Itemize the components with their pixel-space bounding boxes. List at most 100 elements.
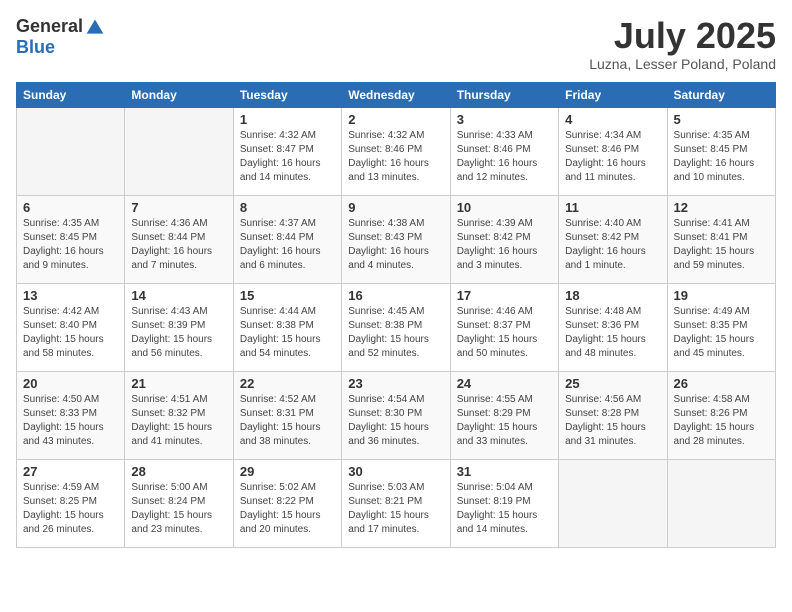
day-info: Sunrise: 4:45 AMSunset: 8:38 PMDaylight:… — [348, 305, 443, 361]
day-number: 29 — [240, 464, 335, 479]
day-info: Sunrise: 4:41 AMSunset: 8:41 PMDaylight:… — [674, 217, 769, 273]
calendar-cell — [125, 107, 233, 195]
calendar-cell: 17 Sunrise: 4:46 AMSunset: 8:37 PMDayligh… — [450, 283, 558, 371]
weekday-header: Saturday — [667, 82, 775, 107]
calendar-cell: 21Sunrise: 4:51 AMSunset: 8:32 PMDayligh… — [125, 371, 233, 459]
calendar-cell: 7 Sunrise: 4:36 AMSunset: 8:44 PMDaylight… — [125, 195, 233, 283]
calendar-cell — [559, 459, 667, 547]
logo: General Blue — [16, 16, 105, 58]
day-number: 18 — [565, 288, 660, 303]
logo-icon — [85, 17, 105, 37]
logo-general: General — [16, 16, 83, 37]
day-info: Sunrise: 4:39 AMSunset: 8:42 PMDaylight:… — [457, 217, 552, 273]
calendar-cell: 28 Sunrise: 5:00 AMSunset: 8:24 PMDayligh… — [125, 459, 233, 547]
header: General Blue July 2025 Luzna, Lesser Pol… — [16, 16, 776, 72]
day-number: 17 — [457, 288, 552, 303]
day-info: Sunrise: 4:46 AMSunset: 8:37 PMDaylight:… — [457, 305, 552, 361]
day-number: 12 — [674, 200, 769, 215]
day-info: Sunrise: 4:35 AMSunset: 8:45 PMDaylight:… — [674, 129, 769, 185]
calendar-cell: 13 Sunrise: 4:42 AMSunset: 8:40 PMDayligh… — [17, 283, 125, 371]
day-number: 30 — [348, 464, 443, 479]
day-number: 14 — [131, 288, 226, 303]
day-info: Sunrise: 4:34 AMSunset: 8:46 PMDaylight:… — [565, 129, 660, 185]
calendar-table: SundayMondayTuesdayWednesdayThursdayFrid… — [16, 82, 776, 548]
calendar-cell: 31Sunrise: 5:04 AMSunset: 8:19 PMDayligh… — [450, 459, 558, 547]
weekday-header: Sunday — [17, 82, 125, 107]
calendar-cell: 29 Sunrise: 5:02 AMSunset: 8:22 PMDayligh… — [233, 459, 341, 547]
calendar-cell: 1 Sunrise: 4:32 AMSunset: 8:47 PMDaylight… — [233, 107, 341, 195]
day-info: Sunrise: 4:37 AMSunset: 8:44 PMDaylight:… — [240, 217, 335, 273]
day-info: Sunrise: 4:36 AMSunset: 8:44 PMDaylight:… — [131, 217, 226, 273]
day-number: 15 — [240, 288, 335, 303]
calendar-cell: 19 Sunrise: 4:49 AMSunset: 8:35 PMDayligh… — [667, 283, 775, 371]
day-info: Sunrise: 4:33 AMSunset: 8:46 PMDaylight:… — [457, 129, 552, 185]
day-info: Sunrise: 4:32 AMSunset: 8:47 PMDaylight:… — [240, 129, 335, 185]
calendar-cell: 11 Sunrise: 4:40 AMSunset: 8:42 PMDayligh… — [559, 195, 667, 283]
calendar-cell: 4Sunrise: 4:34 AMSunset: 8:46 PMDaylight… — [559, 107, 667, 195]
month-title: July 2025 — [589, 16, 776, 56]
day-info: Sunrise: 4:32 AMSunset: 8:46 PMDaylight:… — [348, 129, 443, 185]
day-number: 25 — [565, 376, 660, 391]
day-info: Sunrise: 4:40 AMSunset: 8:42 PMDaylight:… — [565, 217, 660, 273]
weekday-header: Wednesday — [342, 82, 450, 107]
calendar-cell: 6Sunrise: 4:35 AMSunset: 8:45 PMDaylight… — [17, 195, 125, 283]
calendar-cell: 20 Sunrise: 4:50 AMSunset: 8:33 PMDayligh… — [17, 371, 125, 459]
day-number: 21 — [131, 376, 226, 391]
day-number: 26 — [674, 376, 769, 391]
calendar-cell: 18Sunrise: 4:48 AMSunset: 8:36 PMDayligh… — [559, 283, 667, 371]
day-number: 11 — [565, 200, 660, 215]
day-number: 19 — [674, 288, 769, 303]
day-info: Sunrise: 4:49 AMSunset: 8:35 PMDaylight:… — [674, 305, 769, 361]
calendar-cell: 22Sunrise: 4:52 AMSunset: 8:31 PMDayligh… — [233, 371, 341, 459]
calendar-cell: 8Sunrise: 4:37 AMSunset: 8:44 PMDaylight… — [233, 195, 341, 283]
calendar-cell: 9 Sunrise: 4:38 AMSunset: 8:43 PMDaylight… — [342, 195, 450, 283]
weekday-header: Tuesday — [233, 82, 341, 107]
weekday-header: Thursday — [450, 82, 558, 107]
calendar-cell: 15Sunrise: 4:44 AMSunset: 8:38 PMDayligh… — [233, 283, 341, 371]
day-info: Sunrise: 4:42 AMSunset: 8:40 PMDaylight:… — [23, 305, 118, 361]
day-info: Sunrise: 4:58 AMSunset: 8:26 PMDaylight:… — [674, 393, 769, 449]
day-number: 24 — [457, 376, 552, 391]
calendar-cell: 23 Sunrise: 4:54 AMSunset: 8:30 PMDayligh… — [342, 371, 450, 459]
day-info: Sunrise: 5:04 AMSunset: 8:19 PMDaylight:… — [457, 481, 552, 537]
day-number: 13 — [23, 288, 118, 303]
calendar-header-row: SundayMondayTuesdayWednesdayThursdayFrid… — [17, 82, 776, 107]
day-number: 22 — [240, 376, 335, 391]
day-info: Sunrise: 4:56 AMSunset: 8:28 PMDaylight:… — [565, 393, 660, 449]
day-number: 6 — [23, 200, 118, 215]
day-number: 9 — [348, 200, 443, 215]
day-info: Sunrise: 4:55 AMSunset: 8:29 PMDaylight:… — [457, 393, 552, 449]
day-info: Sunrise: 5:02 AMSunset: 8:22 PMDaylight:… — [240, 481, 335, 537]
calendar-week-row: 6Sunrise: 4:35 AMSunset: 8:45 PMDaylight… — [17, 195, 776, 283]
calendar-cell: 12 Sunrise: 4:41 AMSunset: 8:41 PMDayligh… — [667, 195, 775, 283]
calendar-week-row: 1 Sunrise: 4:32 AMSunset: 8:47 PMDaylight… — [17, 107, 776, 195]
day-number: 7 — [131, 200, 226, 215]
calendar-cell: 27Sunrise: 4:59 AMSunset: 8:25 PMDayligh… — [17, 459, 125, 547]
day-number: 3 — [457, 112, 552, 127]
calendar-week-row: 20 Sunrise: 4:50 AMSunset: 8:33 PMDayligh… — [17, 371, 776, 459]
calendar-cell: 24 Sunrise: 4:55 AMSunset: 8:29 PMDayligh… — [450, 371, 558, 459]
location-title: Luzna, Lesser Poland, Poland — [589, 56, 776, 72]
calendar-cell: 5 Sunrise: 4:35 AMSunset: 8:45 PMDaylight… — [667, 107, 775, 195]
calendar-cell: 16Sunrise: 4:45 AMSunset: 8:38 PMDayligh… — [342, 283, 450, 371]
day-info: Sunrise: 4:59 AMSunset: 8:25 PMDaylight:… — [23, 481, 118, 537]
day-number: 1 — [240, 112, 335, 127]
day-number: 28 — [131, 464, 226, 479]
calendar-cell: 10 Sunrise: 4:39 AMSunset: 8:42 PMDayligh… — [450, 195, 558, 283]
day-number: 20 — [23, 376, 118, 391]
day-number: 23 — [348, 376, 443, 391]
day-number: 5 — [674, 112, 769, 127]
day-info: Sunrise: 4:54 AMSunset: 8:30 PMDaylight:… — [348, 393, 443, 449]
weekday-header: Monday — [125, 82, 233, 107]
day-info: Sunrise: 4:43 AMSunset: 8:39 PMDaylight:… — [131, 305, 226, 361]
day-info: Sunrise: 5:03 AMSunset: 8:21 PMDaylight:… — [348, 481, 443, 537]
day-number: 2 — [348, 112, 443, 127]
day-info: Sunrise: 4:38 AMSunset: 8:43 PMDaylight:… — [348, 217, 443, 273]
day-number: 10 — [457, 200, 552, 215]
day-info: Sunrise: 4:50 AMSunset: 8:33 PMDaylight:… — [23, 393, 118, 449]
weekday-header: Friday — [559, 82, 667, 107]
calendar-cell: 14 Sunrise: 4:43 AMSunset: 8:39 PMDayligh… — [125, 283, 233, 371]
day-info: Sunrise: 5:00 AMSunset: 8:24 PMDaylight:… — [131, 481, 226, 537]
calendar-cell: 25 Sunrise: 4:56 AMSunset: 8:28 PMDayligh… — [559, 371, 667, 459]
calendar-cell — [667, 459, 775, 547]
